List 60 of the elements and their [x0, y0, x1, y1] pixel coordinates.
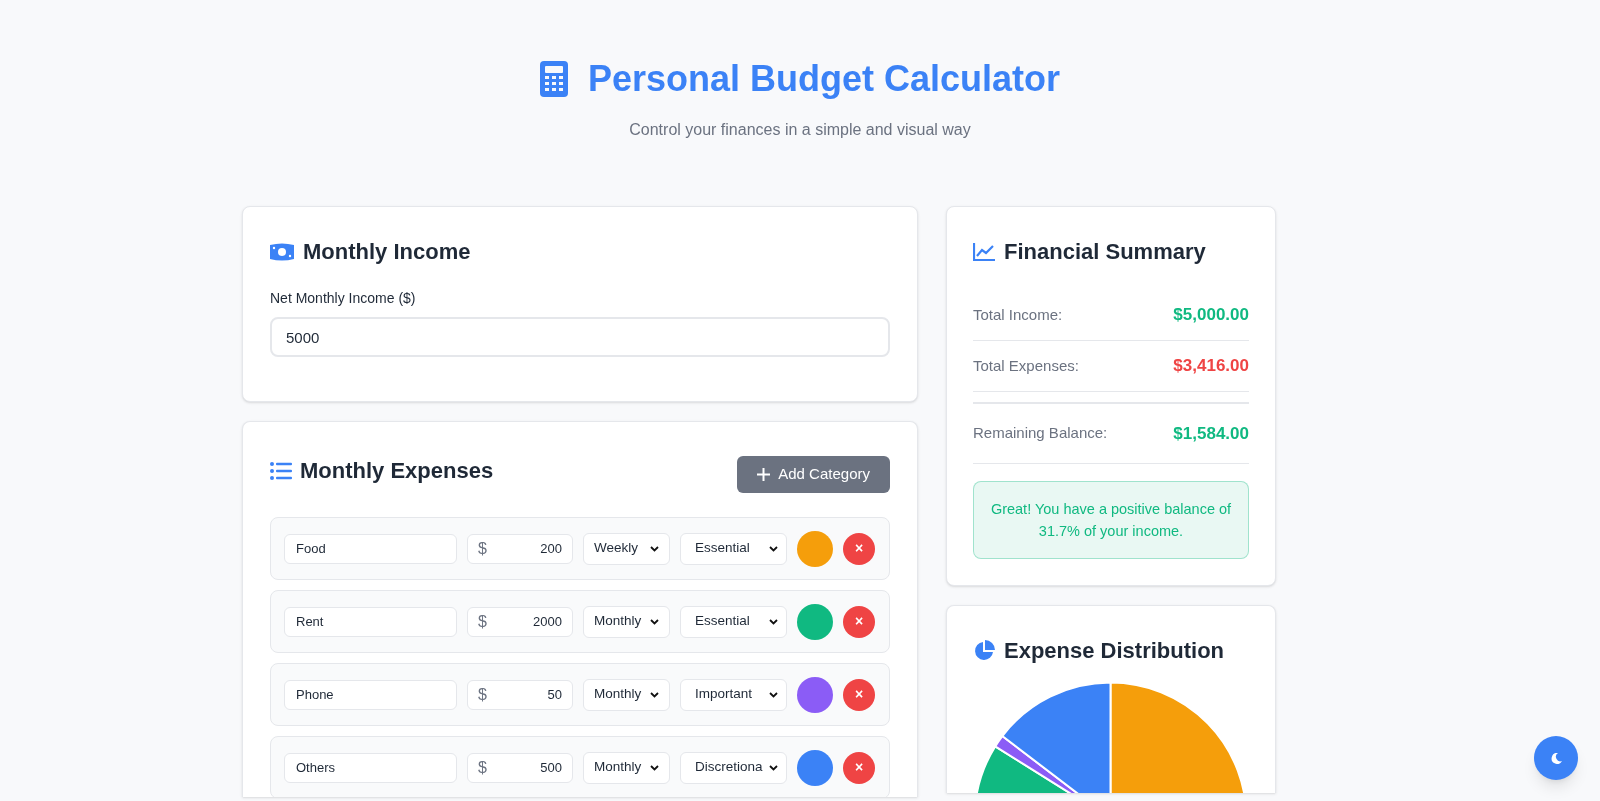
- field-label: Net Monthly Income ($): [270, 289, 417, 308]
- currency-sign: $: [478, 757, 487, 778]
- list-icon: [270, 461, 292, 480]
- chevron-down-icon: [769, 764, 778, 771]
- summary-value: $1,584.00: [1173, 422, 1249, 445]
- summary-value: $3,416.00: [1173, 355, 1249, 378]
- currency-sign: $: [478, 611, 487, 632]
- color-swatch[interactable]: [797, 530, 833, 567]
- moon-icon: [1550, 752, 1562, 764]
- income-field[interactable]: 5000: [270, 317, 890, 357]
- chevron-down-icon: [650, 618, 659, 625]
- amount-field[interactable]: $ 2000: [467, 606, 573, 637]
- pie-chart-icon: [973, 639, 995, 662]
- delete-button[interactable]: ×: [843, 751, 875, 784]
- plus-icon: [757, 468, 771, 481]
- summary-label: Remaining Balance:: [973, 423, 1108, 444]
- card-title: Financial Summary: [1004, 238, 1206, 266]
- chevron-down-icon: [650, 764, 659, 771]
- summary-label: Total Income:: [973, 304, 1063, 325]
- chevron-down-icon: [650, 545, 659, 552]
- chevron-down-icon: [769, 691, 778, 698]
- chevron-down-icon: [769, 545, 778, 552]
- banknote-icon: [270, 242, 294, 261]
- amount-field[interactable]: $ 200: [467, 533, 573, 564]
- color-swatch[interactable]: [797, 749, 833, 786]
- name-field[interactable]: Phone: [284, 679, 457, 710]
- amount-field[interactable]: $ 50: [467, 679, 573, 710]
- summary-label: Total Expenses:: [973, 355, 1079, 376]
- category-select[interactable]: Essential: [680, 605, 787, 638]
- category-select[interactable]: Important: [680, 678, 787, 711]
- summary-value: $5,000.00: [1173, 304, 1249, 327]
- calculator-icon: [539, 61, 568, 97]
- card-title: Monthly Income: [303, 238, 471, 266]
- frequency-select[interactable]: Weekly: [583, 532, 670, 565]
- page-subtitle: Control your finances in a simple and visual way: [629, 120, 971, 140]
- currency-sign: $: [478, 684, 487, 705]
- category-select[interactable]: Essential: [680, 532, 787, 565]
- frequency-select[interactable]: Monthly: [583, 751, 670, 784]
- name-field[interactable]: Food: [284, 533, 457, 564]
- color-swatch[interactable]: [797, 676, 833, 713]
- delete-button[interactable]: ×: [843, 532, 875, 565]
- delete-button[interactable]: ×: [843, 678, 875, 711]
- card-title: Expense Distribution: [1004, 637, 1225, 665]
- chevron-down-icon: [650, 691, 659, 698]
- balance-message: Great! You have a positive balance of 31.7% of your income.: [973, 481, 1249, 559]
- line-chart-icon: [973, 242, 995, 261]
- name-field[interactable]: Rent: [284, 606, 457, 637]
- card-title: Monthly Expenses: [300, 457, 494, 485]
- chevron-down-icon: [769, 618, 778, 625]
- page-title: Personal Budget Calculator: [587, 57, 1061, 101]
- name-field[interactable]: Others: [284, 752, 457, 783]
- frequency-select[interactable]: Monthly: [583, 605, 670, 638]
- dark-mode-button[interactable]: [1534, 736, 1578, 780]
- amount-field[interactable]: $ 500: [467, 752, 573, 783]
- color-swatch[interactable]: [797, 603, 833, 640]
- add-category-button[interactable]: Add Category: [737, 456, 890, 493]
- currency-sign: $: [478, 538, 487, 559]
- delete-button[interactable]: ×: [843, 605, 875, 638]
- frequency-select[interactable]: Monthly: [583, 678, 670, 711]
- category-select[interactable]: Discretiona: [680, 751, 787, 784]
